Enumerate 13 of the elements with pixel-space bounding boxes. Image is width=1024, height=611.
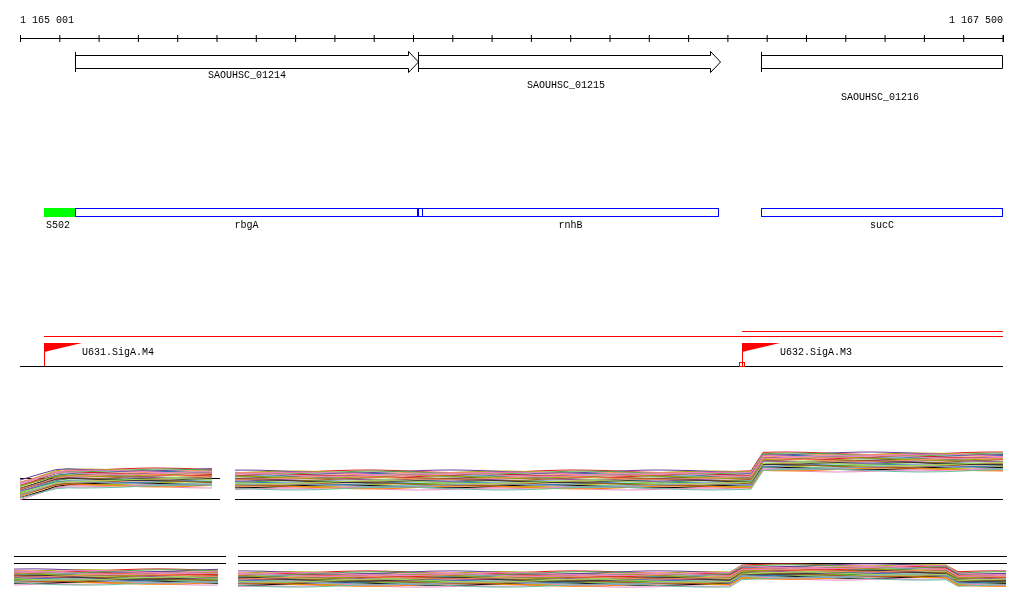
feature-label: rnhB xyxy=(558,220,583,231)
flag-icon xyxy=(739,342,780,367)
gene-label: SAOUHSC_01216 xyxy=(841,92,919,103)
gene-label: SAOUHSC_01215 xyxy=(527,80,605,91)
feature-label: sucC xyxy=(870,220,894,231)
feature-label: S502 xyxy=(46,220,70,231)
feature-label: rbgA xyxy=(234,220,259,231)
coordinate-label: 1 165 001 xyxy=(20,15,74,26)
gene-label: SAOUHSC_01214 xyxy=(208,70,286,81)
promoter-label: U632.SigA.M3 xyxy=(780,347,852,358)
coordinate-label: 1 167 500 xyxy=(949,15,1003,26)
flag-icon xyxy=(44,342,82,367)
promoter-label: U631.SigA.M4 xyxy=(82,347,154,358)
